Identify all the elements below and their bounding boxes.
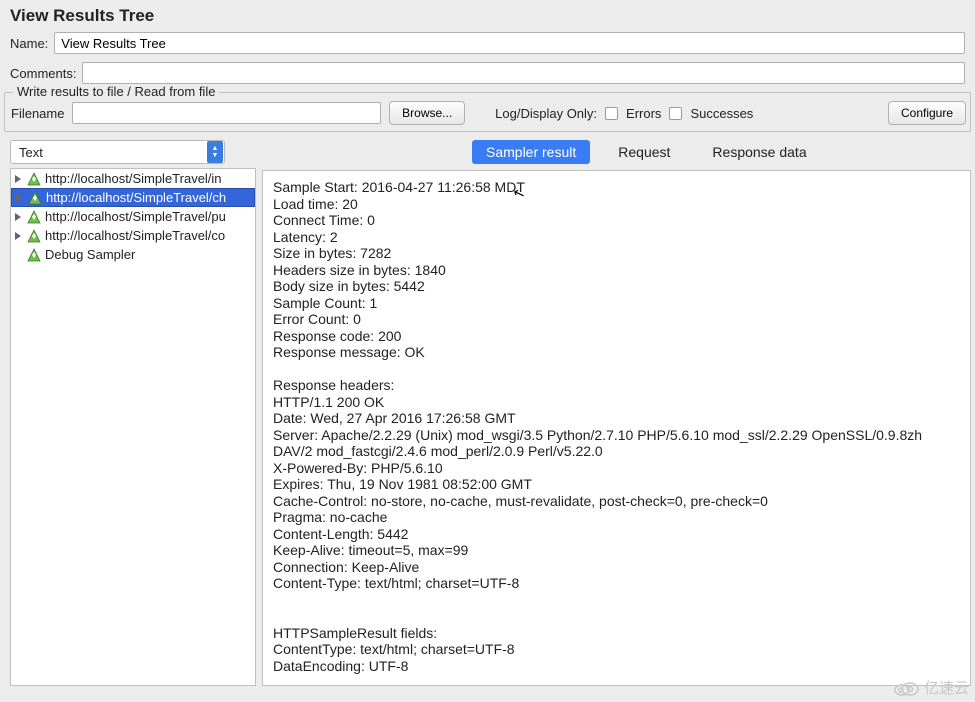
expander-icon[interactable] <box>15 232 21 240</box>
tree-item-label: http://localhost/SimpleTravel/co <box>45 228 225 243</box>
configure-button[interactable]: Configure <box>888 101 966 125</box>
tree-item-label: http://localhost/SimpleTravel/pu <box>45 209 226 224</box>
name-label: Name: <box>10 36 48 51</box>
sample-success-icon <box>27 248 41 262</box>
sample-success-icon <box>27 229 41 243</box>
comments-label: Comments: <box>10 66 76 81</box>
sample-success-icon <box>28 191 42 205</box>
file-fieldset: Write results to file / Read from file F… <box>4 92 971 132</box>
mouse-cursor-icon: ↖ <box>511 183 528 203</box>
file-legend: Write results to file / Read from file <box>13 84 219 99</box>
page-title: View Results Tree <box>0 0 975 30</box>
tree-item-label: Debug Sampler <box>45 247 135 262</box>
left-pane: Text ▲▼ http://localhost/SimpleTravel/in… <box>4 138 256 686</box>
tree-item-label: http://localhost/SimpleTravel/in <box>45 171 222 186</box>
filename-input[interactable] <box>72 102 381 124</box>
tab-response-data[interactable]: Response data <box>698 140 820 164</box>
tree-item[interactable]: http://localhost/SimpleTravel/co <box>11 226 255 245</box>
logdisplay-label: Log/Display Only: <box>495 106 597 121</box>
right-pane: Sampler result Request Response data Sam… <box>262 138 971 686</box>
renderer-combo-value: Text <box>19 145 43 160</box>
expander-icon[interactable] <box>15 213 21 221</box>
expander-icon[interactable] <box>15 175 21 183</box>
successes-label: Successes <box>690 106 753 121</box>
tab-request[interactable]: Request <box>604 140 684 164</box>
tree-item[interactable]: http://localhost/SimpleTravel/in <box>11 169 255 188</box>
tree-item[interactable]: Debug Sampler <box>11 245 255 264</box>
tree-item[interactable]: http://localhost/SimpleTravel/ch <box>11 188 255 207</box>
errors-checkbox[interactable] <box>605 107 618 120</box>
name-input[interactable] <box>54 32 965 54</box>
filename-label: Filename <box>11 106 64 121</box>
browse-button[interactable]: Browse... <box>389 101 465 125</box>
renderer-combo[interactable]: Text ▲▼ <box>10 140 225 164</box>
results-tree[interactable]: http://localhost/SimpleTravel/in http://l… <box>10 168 256 686</box>
comments-input[interactable] <box>82 62 965 84</box>
sampler-result-text: Sample Start: 2016-04-27 11:26:58 MDT Lo… <box>262 170 971 686</box>
expander-icon[interactable] <box>16 194 22 202</box>
sample-success-icon <box>27 210 41 224</box>
sample-success-icon <box>27 172 41 186</box>
tree-item[interactable]: http://localhost/SimpleTravel/pu <box>11 207 255 226</box>
tab-sampler-result[interactable]: Sampler result <box>472 140 590 164</box>
errors-label: Errors <box>626 106 661 121</box>
successes-checkbox[interactable] <box>669 107 682 120</box>
combo-arrows-icon: ▲▼ <box>207 141 223 163</box>
tree-item-label: http://localhost/SimpleTravel/ch <box>46 190 226 205</box>
